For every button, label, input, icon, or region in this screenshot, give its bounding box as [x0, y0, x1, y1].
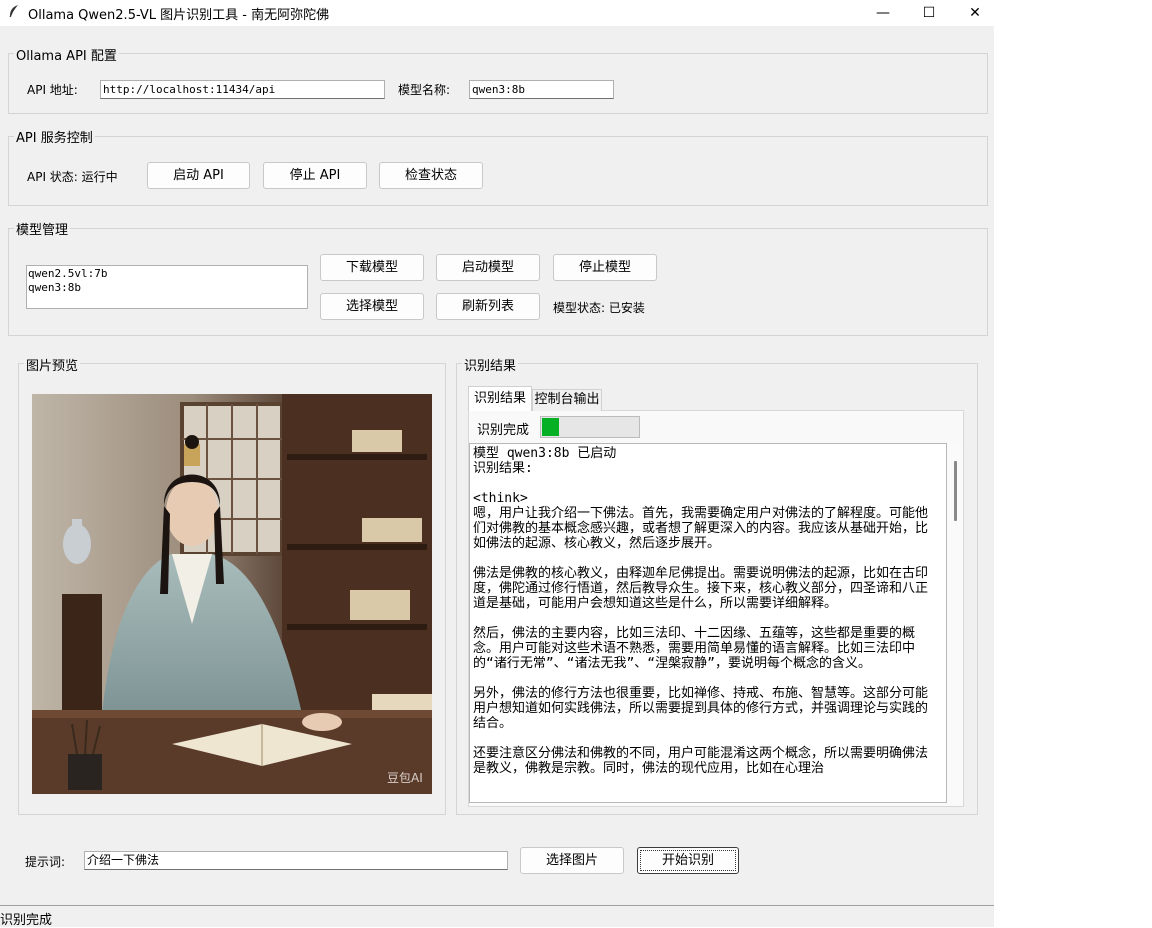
api-address-input[interactable]: http://localhost:11434/api: [100, 80, 385, 99]
progress-bar: [540, 416, 640, 438]
result-scrollbar[interactable]: [947, 443, 963, 803]
scroll-thumb[interactable]: [954, 461, 957, 521]
select-image-button[interactable]: 选择图片: [520, 847, 624, 874]
stop-api-button[interactable]: 停止 API: [263, 162, 367, 189]
status-text: 识别完成: [0, 913, 53, 928]
start-api-button[interactable]: 启动 API: [147, 162, 250, 189]
progress-fill: [542, 418, 559, 436]
model-name-label: 模型名称:: [398, 83, 451, 97]
model-list-item[interactable]: qwen3:8b: [28, 281, 306, 295]
progress-label: 识别完成: [477, 423, 530, 438]
select-model-button[interactable]: 选择模型: [320, 293, 424, 320]
prompt-input[interactable]: 介绍一下佛法: [84, 851, 508, 870]
preview-image: 豆包AI: [32, 394, 432, 794]
stop-model-button[interactable]: 停止模型: [553, 254, 657, 281]
close-button[interactable]: ✕: [952, 0, 998, 26]
download-model-button[interactable]: 下载模型: [320, 254, 424, 281]
check-status-button[interactable]: 检查状态: [379, 162, 483, 189]
tab-console-output[interactable]: 控制台输出: [532, 389, 602, 411]
refresh-list-button[interactable]: 刷新列表: [436, 293, 540, 320]
watermark-text: 豆包AI: [387, 771, 423, 785]
maximize-button[interactable]: ☐: [906, 0, 952, 26]
model-name-input[interactable]: qwen3:8b: [469, 80, 614, 99]
image-preview-label: 图片预览: [24, 355, 81, 374]
prompt-label: 提示词:: [25, 855, 66, 869]
api-service-label: API 服务控制: [14, 127, 95, 146]
model-listbox[interactable]: qwen2.5vl:7b qwen3:8b: [26, 265, 308, 309]
tab-recognition-result[interactable]: 识别结果: [468, 386, 532, 411]
result-text: 模型 qwen3:8b 已启动 识别结果: <think> 嗯，用户让我介绍一下…: [473, 446, 929, 776]
feather-icon: [8, 4, 20, 22]
start-model-button[interactable]: 启动模型: [436, 254, 540, 281]
minimize-button[interactable]: —: [860, 0, 906, 26]
result-textarea[interactable]: 模型 qwen3:8b 已启动 识别结果: <think> 嗯，用户让我介绍一下…: [469, 443, 947, 803]
model-list-item[interactable]: qwen2.5vl:7b: [28, 267, 306, 281]
result-label: 识别结果: [462, 355, 519, 374]
status-bar: 识别完成: [0, 905, 994, 928]
api-status-text: API 状态: 运行中: [27, 170, 118, 184]
model-mgmt-label: 模型管理: [14, 219, 71, 238]
start-recognition-button[interactable]: 开始识别: [637, 847, 739, 874]
model-status-text: 模型状态: 已安装: [553, 301, 645, 315]
title-bar: Ollama Qwen2.5-VL 图片识别工具 - 南无阿弥陀佛 — ☐ ✕: [0, 0, 994, 26]
window-title: Ollama Qwen2.5-VL 图片识别工具 - 南无阿弥陀佛: [28, 8, 330, 23]
api-address-label: API 地址:: [27, 83, 78, 97]
app-window: Ollama Qwen2.5-VL 图片识别工具 - 南无阿弥陀佛 — ☐ ✕ …: [0, 0, 994, 928]
api-config-label: Ollama API 配置: [14, 45, 119, 64]
